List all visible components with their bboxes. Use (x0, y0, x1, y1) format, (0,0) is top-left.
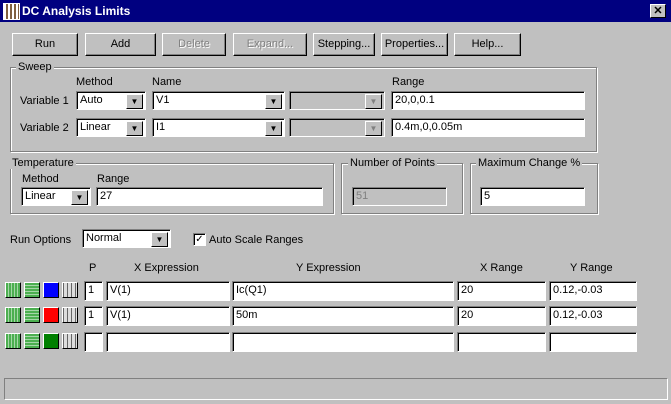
p-header: P (89, 262, 97, 274)
temperature-range-input[interactable]: 27 (96, 187, 323, 206)
maximum-change-label: Maximum Change % (476, 157, 583, 169)
x-range-input[interactable] (457, 332, 546, 352)
selected-value: Auto (80, 94, 103, 106)
expand-button[interactable]: Expand... (233, 33, 307, 56)
auto-scale-checkbox[interactable]: ✓ (193, 233, 206, 246)
title-bar: DC Analysis Limits ✕ (0, 0, 671, 22)
variable-1-extra-select[interactable]: ▼ (289, 91, 385, 110)
auto-scale-label: Auto Scale Ranges (209, 234, 304, 246)
range-header: Range (392, 76, 425, 88)
x-range-input[interactable]: 20 (457, 306, 546, 326)
variable-2-method-select[interactable]: Linear ▼ (76, 118, 146, 137)
number-of-points-label: Number of Points (348, 157, 437, 169)
add-button[interactable]: Add (85, 33, 156, 56)
chevron-down-icon[interactable]: ▼ (265, 94, 282, 109)
y-range-input[interactable] (549, 332, 637, 352)
y-range-input[interactable]: 0.12,-0.03 (549, 281, 637, 301)
name-header: Name (152, 76, 182, 88)
chevron-down-icon[interactable]: ▼ (71, 190, 88, 205)
y-range-input[interactable]: 0.12,-0.03 (549, 306, 637, 326)
x-expression-input[interactable]: V(1) (106, 281, 230, 301)
close-button[interactable]: ✕ (650, 4, 666, 18)
p-input[interactable] (84, 332, 103, 352)
maximum-change-input[interactable]: 5 (480, 187, 585, 206)
vertical-grid-icon[interactable] (5, 282, 21, 298)
variable-2-label: Variable 2 (20, 122, 69, 134)
color-swatch-button[interactable] (43, 333, 59, 349)
stepping-button[interactable]: Stepping... (313, 33, 375, 56)
app-icon (3, 3, 20, 20)
horizontal-grid-icon[interactable] (24, 333, 40, 349)
x-range-header: X Range (480, 262, 523, 274)
vertical-grid-icon[interactable] (5, 307, 21, 323)
variable-1-method-select[interactable]: Auto ▼ (76, 91, 146, 110)
selected-value: Linear (25, 190, 56, 202)
p-input[interactable]: 1 (84, 306, 103, 326)
x-expression-input[interactable]: V(1) (106, 306, 230, 326)
grid-icon[interactable] (62, 282, 78, 298)
x-range-input[interactable]: 20 (457, 281, 546, 301)
variable-2-extra-select[interactable]: ▼ (289, 118, 385, 137)
number-of-points-input[interactable]: 51 (352, 187, 447, 206)
sweep-label: Sweep (16, 61, 54, 73)
chevron-down-icon[interactable]: ▼ (151, 232, 168, 247)
status-bar (4, 378, 668, 400)
temperature-range-header: Range (97, 173, 130, 185)
y-range-header: Y Range (570, 262, 613, 274)
y-expression-header: Y Expression (296, 262, 361, 274)
horizontal-grid-icon[interactable] (24, 282, 40, 298)
temperature-method-select[interactable]: Linear ▼ (21, 187, 91, 206)
chevron-down-icon[interactable]: ▼ (126, 94, 143, 109)
variable-2-range-input[interactable]: 0.4m,0,0.05m (391, 118, 585, 137)
method-header: Method (76, 76, 113, 88)
color-swatch-button[interactable] (43, 307, 59, 323)
help-button[interactable]: Help... (454, 33, 521, 56)
temperature-method-header: Method (22, 173, 59, 185)
y-expression-input[interactable]: Ic(Q1) (232, 281, 454, 301)
chevron-down-icon[interactable]: ▼ (265, 121, 282, 136)
y-expression-input[interactable] (232, 332, 454, 352)
selected-value: I1 (156, 121, 166, 133)
x-expression-input[interactable] (106, 332, 230, 352)
p-input[interactable]: 1 (84, 281, 103, 301)
window-title: DC Analysis Limits (22, 4, 131, 18)
chevron-down-icon[interactable]: ▼ (126, 121, 143, 136)
color-swatch-button[interactable] (43, 282, 59, 298)
x-expression-header: X Expression (134, 262, 199, 274)
variable-1-label: Variable 1 (20, 95, 69, 107)
selected-value: V1 (156, 94, 170, 106)
run-button[interactable]: Run (12, 33, 78, 56)
run-options-label: Run Options (10, 234, 72, 246)
y-expression-input[interactable]: 50m (232, 306, 454, 326)
chevron-down-icon: ▼ (365, 121, 382, 136)
variable-1-range-input[interactable]: 20,0,0.1 (391, 91, 585, 110)
temperature-label: Temperature (10, 157, 76, 169)
properties-button[interactable]: Properties... (381, 33, 448, 56)
delete-button[interactable]: Delete (162, 33, 226, 56)
horizontal-grid-icon[interactable] (24, 307, 40, 323)
vertical-grid-icon[interactable] (5, 333, 21, 349)
grid-icon[interactable] (62, 333, 78, 349)
run-options-select[interactable]: Normal ▼ (82, 229, 171, 248)
variable-2-name-select[interactable]: I1 ▼ (152, 118, 285, 137)
selected-value: Linear (80, 121, 111, 133)
selected-value: Normal (86, 232, 122, 244)
grid-icon[interactable] (62, 307, 78, 323)
variable-1-name-select[interactable]: V1 ▼ (152, 91, 285, 110)
chevron-down-icon: ▼ (365, 94, 382, 109)
